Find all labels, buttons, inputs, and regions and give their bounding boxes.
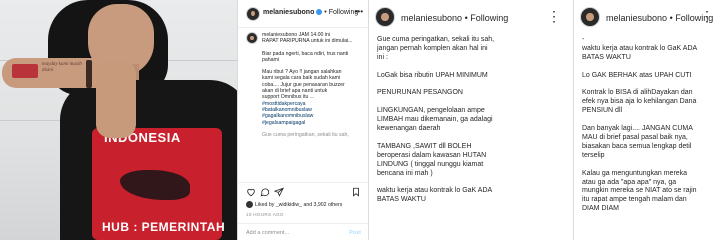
story-text-line: efek nya bisa aja lo kehilangan Dana (582, 98, 697, 106)
comments-list: melaniesubono JAM 14.00 ini RAPAT PARIPU… (246, 32, 364, 138)
story-text-line (582, 63, 718, 72)
verified-icon (316, 9, 323, 16)
post-timestamp: 10 HOURS AGO (246, 212, 284, 217)
comment-input[interactable]: Add a comment... (246, 230, 289, 236)
story-text-line: Lo GAK BERHAK atas UPAH CUTI (582, 71, 692, 79)
username-text[interactable]: melaniesubono (401, 13, 462, 23)
story-text-line (582, 81, 718, 90)
story-text-line (377, 134, 569, 143)
story-panel-1: melaniesubono • Following ⋮ Gue cuma per… (368, 0, 573, 240)
more-options-icon[interactable]: ••• (355, 7, 363, 16)
avatar[interactable] (375, 7, 395, 27)
story-username[interactable]: melaniesubono • Following (401, 13, 508, 23)
story-text-line (377, 63, 569, 72)
comment: Gue cuma peringatkan, sekali itu sah, (262, 132, 364, 138)
story-text-line (582, 161, 718, 170)
story-username[interactable]: melaniesubono • Following (606, 13, 713, 23)
likes-text[interactable]: Liked by _widikidiw_ and 3,902 others (255, 202, 342, 208)
more-options-icon[interactable]: ⋮ (700, 8, 714, 25)
caption: melaniesubono JAM 14.00 ini RAPAT PARIPU… (246, 32, 364, 45)
post-photo[interactable]: INDONESIA HUB : PEMERINTAH mayday kami m… (0, 0, 237, 240)
story-panel-2: melaniesubono • Following ⋮ - waktu kerja… (573, 0, 720, 240)
tattoo-text: mayday kami masih disini (42, 62, 82, 73)
story-text-line: jangan pernah komplen akan hal ini (377, 44, 488, 52)
story-header: melaniesubono • Following ⋮ (369, 0, 573, 34)
comment: Mau ribut ? Ayo !! jangan salahkan kami … (262, 69, 364, 126)
story-text-line (377, 179, 569, 188)
story-text-line (377, 81, 569, 90)
post-panel: melaniesubono • Following ••• melaniesub… (237, 0, 369, 240)
story-text-line (582, 116, 718, 125)
heart-icon[interactable] (246, 187, 256, 197)
shirt-text-bottom: HUB : PEMERINTAH (102, 220, 226, 234)
likes-summary[interactable]: Liked by _widikidiw_ and 3,902 others (246, 201, 366, 209)
more-options-icon[interactable]: ⋮ (547, 8, 561, 25)
story-text-line: Kalau ga menguntungkan mereka (582, 169, 688, 177)
story-text-line: BATAS WAKTU (582, 53, 631, 61)
comment: Biar pada ngerti, baca ndiri, trus nanti… (262, 51, 364, 64)
username-text[interactable]: melaniesubono (606, 13, 667, 23)
story-text-line: BATAS WAKTU (377, 196, 426, 204)
story-header: melaniesubono • Following ⋮ (574, 0, 720, 34)
username-text[interactable]: melaniesubono (263, 9, 314, 16)
avatar[interactable] (580, 7, 600, 27)
story-text-line: Gue cuma peringatkan, sekali itu sah, (377, 36, 495, 43)
post-header: melaniesubono • Following ••• (238, 0, 369, 28)
post-username[interactable]: melaniesubono • Following (263, 9, 358, 16)
story-text-line: PENURUNAN PESANGON (377, 89, 463, 97)
story-text: Gue cuma peringatkan, sekali itu sah, jan… (377, 36, 569, 205)
following-label[interactable]: • Following (465, 13, 509, 23)
story-text-line: mungkin mereka se NIAT ato se rajin (582, 187, 697, 195)
avatar[interactable] (246, 32, 258, 44)
story-text-line: kewenangan daerah (377, 125, 441, 133)
tattoo-flag (12, 64, 38, 78)
liker-avatar (246, 201, 253, 208)
story-text-line: biasakan baca semua lengkap detil (582, 142, 692, 150)
comment-line: Gue cuma peringatkan, sekali itu sah, (262, 131, 349, 138)
story-text-line: waktu kerja atau kontrak lo GaK ADA (377, 187, 493, 195)
share-icon[interactable] (274, 187, 284, 197)
story-text-line: LINGKUNGAN, pengelolaan ampe (377, 107, 485, 115)
post-comment-button[interactable]: Post (349, 230, 361, 236)
comment-icon[interactable] (260, 187, 270, 197)
story-text-line: LIMBAH mau dikemanain, ga adalagi (377, 116, 493, 124)
forearm (96, 60, 136, 138)
story-text-line: TAMBANG ,SAWIT dll BOLEH (377, 142, 472, 150)
following-label[interactable]: • Following (324, 9, 358, 16)
story-text-line: Dan banyak lagi.... JANGAN CUMA (582, 125, 693, 133)
add-comment-bar: Add a comment... Post (238, 223, 369, 240)
story-text-line: ini : (377, 53, 388, 61)
story-text-line: MAU di brief pasal pasal baik nya, (582, 133, 688, 141)
story-text-line: Kontrak lo BISA di alihDayakan dan (582, 89, 693, 97)
story-text-line: itu rapat ampe tengah malam dan (582, 196, 687, 204)
story-text: - waktu kerja atau kontrak lo GaK ADA BATA… (582, 36, 718, 214)
story-text-line: waktu kerja atau kontrak lo GaK ADA (582, 44, 698, 52)
caption-line: RAPAT PARIPURNA untuk ini dimulai... (262, 38, 353, 45)
story-text-line: LINDUNG ( tinggal nunggu kiamat (377, 160, 484, 168)
story-text-line: atau ga ada "apa apa" nya, ga (582, 178, 677, 186)
story-text-line: DIAM DIAM (582, 205, 619, 213)
story-text-line: LoGak bisa ributin UPAH MINIMUM (377, 71, 488, 79)
bracelet (86, 60, 92, 88)
avatar[interactable] (246, 7, 260, 21)
story-text-line: - (582, 36, 585, 43)
story-text-line: terselip (582, 151, 605, 159)
story-text-line: beroperasi dalam kawasan HUTAN (377, 151, 487, 159)
story-text-line: PENSIUN dll (582, 107, 623, 115)
story-text-line: bencana ini mah ) (377, 169, 433, 177)
post-actions: Liked by _widikidiw_ and 3,902 others 10… (238, 182, 369, 240)
bookmark-icon[interactable] (351, 187, 361, 197)
story-text-line (377, 98, 569, 107)
